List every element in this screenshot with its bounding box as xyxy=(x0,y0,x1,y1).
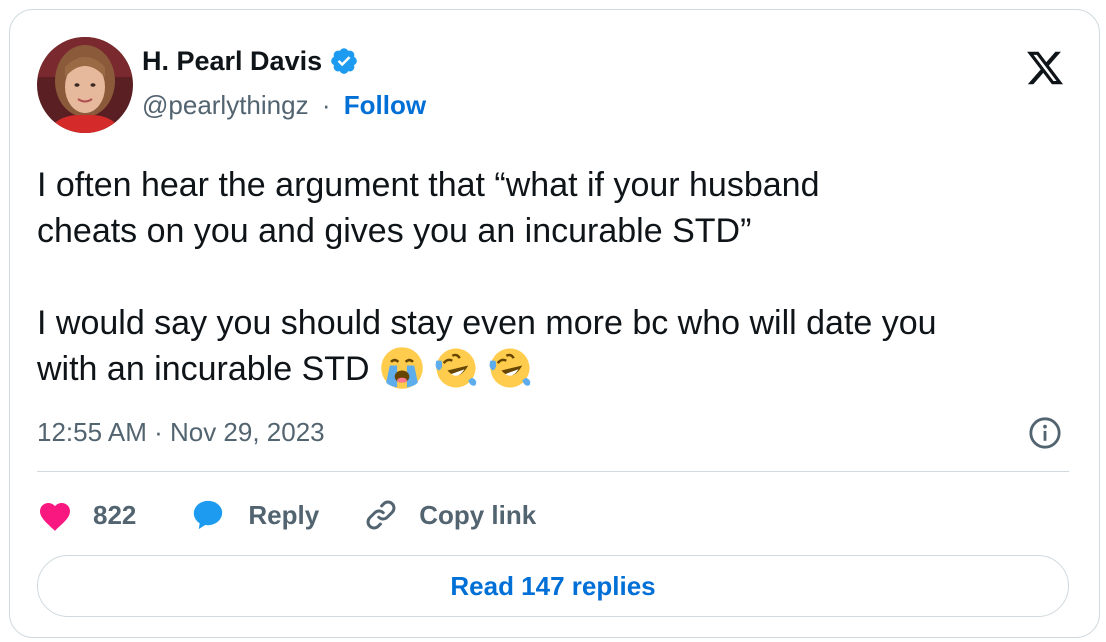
author-name[interactable]: H. Pearl Davis xyxy=(142,44,359,78)
author-handle[interactable]: @pearlythingz xyxy=(142,90,309,120)
tweet-text: I often hear the argument that “what if … xyxy=(37,162,1087,392)
heart-icon xyxy=(37,498,73,532)
copy-link-label: Copy link xyxy=(419,499,537,530)
speech-bubble-icon xyxy=(190,498,226,532)
tweet-text-line: cheats on you and gives you an incurable… xyxy=(37,212,752,250)
read-replies-button[interactable]: Read 147 replies xyxy=(37,555,1069,617)
info-icon[interactable] xyxy=(1028,416,1062,450)
rolling-on-the-floor-laughing-icon xyxy=(434,346,478,390)
tweet-text-line-with-emojis: with an incurable STD xyxy=(37,346,1087,392)
rolling-on-the-floor-laughing-icon xyxy=(488,346,532,390)
tweet-timestamp[interactable]: 12:55 AM · Nov 29, 2023 xyxy=(37,415,325,449)
reply-label: Reply xyxy=(248,499,320,530)
tweet-text-line: I often hear the argument that “what if … xyxy=(37,166,820,204)
reply-button[interactable]: Reply xyxy=(190,498,319,532)
like-button[interactable]: 822 xyxy=(37,498,136,532)
like-count: 822 xyxy=(93,499,137,530)
x-logo-icon[interactable] xyxy=(1024,48,1066,88)
handle-separator: · xyxy=(321,90,331,120)
tweet-text-line: I would say you should stay even more bc… xyxy=(37,304,937,342)
tweet-embed-card: H. Pearl Davis @pearlythingz · Follow I … xyxy=(9,9,1100,638)
author-avatar[interactable] xyxy=(37,37,133,133)
tweet-text-line: with an incurable STD xyxy=(37,350,370,388)
link-icon xyxy=(363,497,399,533)
verified-badge-icon xyxy=(329,46,359,76)
copy-link-button[interactable]: Copy link xyxy=(363,497,536,533)
handle-row: @pearlythingz · Follow xyxy=(142,88,426,122)
follow-button[interactable]: Follow xyxy=(344,90,426,120)
read-replies-label: Read 147 replies xyxy=(450,570,656,601)
divider xyxy=(37,471,1069,472)
loudly-crying-face-icon xyxy=(380,346,424,390)
action-bar: 822 Reply Copy link xyxy=(37,495,536,535)
author-name-text[interactable]: H. Pearl Davis xyxy=(142,44,322,78)
